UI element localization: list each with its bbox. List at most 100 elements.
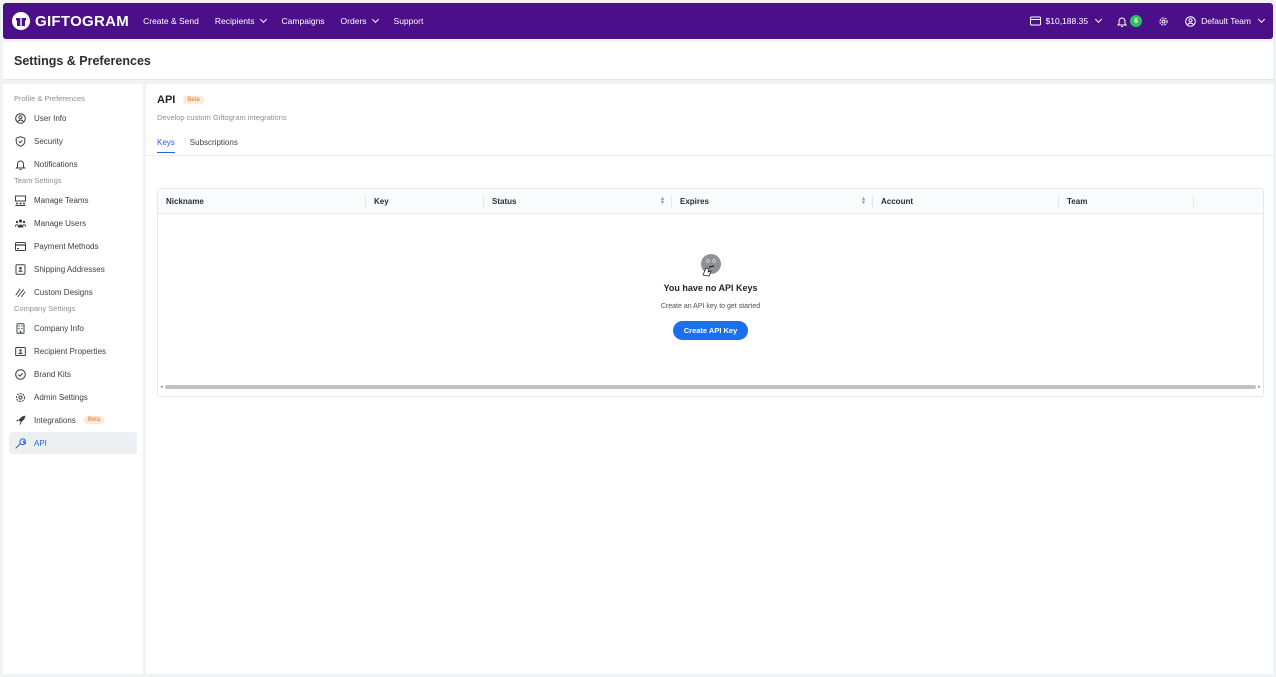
empty-state-subtitle: Create an API key to get started (660, 303, 761, 310)
logo[interactable]: GIFTOGRAM (12, 12, 129, 30)
team-dropdown[interactable]: Default Team (1185, 15, 1266, 27)
sidebar-item-label: Recipient Properties (34, 346, 107, 356)
notifications-button[interactable]: 6 (1117, 15, 1143, 27)
user-circle-icon (1185, 15, 1196, 27)
sidebar-item-brand-kits[interactable]: Brand Kits (9, 363, 137, 385)
gift-icon (12, 12, 30, 30)
sidebar-item-label: Integrations (34, 415, 76, 425)
column-header-nickname: Nickname (158, 189, 366, 213)
sidebar-item-user-info[interactable]: User Info (9, 107, 137, 129)
nav-label: Campaigns (281, 16, 325, 26)
nav-create-send[interactable]: Create & Send (143, 16, 199, 26)
create-api-key-button[interactable]: Create API Key (672, 321, 749, 340)
sidebar-item-api[interactable]: API (9, 432, 137, 454)
building-icon (16, 322, 25, 334)
sort-icon[interactable]: ▴ ▾ (862, 196, 865, 206)
table-header: Nickname Key Status ▴ ▾ Expires ▴ ▾ Account … (158, 189, 1263, 214)
column-header-expires[interactable]: Expires ▴ ▾ (672, 189, 873, 213)
wrench-icon (15, 437, 26, 448)
nav-label: Support (393, 16, 424, 26)
column-label: Account (881, 196, 913, 206)
teams-icon (15, 195, 26, 206)
sort-icon[interactable]: ▴ ▾ (661, 196, 664, 206)
horizontal-scrollbar[interactable]: ◂ ▸ (158, 383, 1263, 390)
column-label: Team (1067, 196, 1088, 206)
nav-recipients[interactable]: Recipients (214, 15, 267, 26)
sidebar-item-label: Brand Kits (34, 369, 71, 379)
main-content: API Beta Develop custom Giftogram integr… (146, 84, 1273, 674)
brand-name: GIFTOGRAM (35, 12, 130, 30)
sidebar-item-notifications[interactable]: Notifications (9, 153, 137, 175)
credit-card-icon (15, 241, 26, 251)
sidebar-item-label: Payment Methods (34, 241, 99, 251)
column-label: Key (374, 196, 389, 206)
user-circle-icon (15, 112, 26, 124)
section-subtitle: Develop custom Giftogram integrations (157, 113, 287, 122)
column-label: Expires (680, 196, 709, 206)
nav-label: Recipients (214, 16, 255, 26)
column-label: Nickname (166, 196, 204, 206)
gear-icon (16, 392, 25, 402)
chevron-down-icon (259, 15, 267, 24)
column-header-account: Account (873, 189, 1059, 213)
sidebar-item-payment-methods[interactable]: Payment Methods (9, 235, 137, 257)
sidebar-item-admin-settings[interactable]: Admin Settings (9, 386, 137, 408)
sidebar-item-manage-users[interactable]: Manage Users (9, 212, 137, 234)
nav-orders[interactable]: Orders (340, 15, 379, 26)
team-name: Default Team (1201, 16, 1251, 26)
nav-campaigns[interactable]: Campaigns (282, 16, 325, 26)
sidebar-item-label: Custom Designs (34, 287, 93, 297)
page-header: Settings & Preferences (3, 42, 1273, 80)
bell-icon (15, 160, 26, 170)
column-header-status[interactable]: Status ▴ ▾ (484, 189, 672, 213)
api-keys-table: Nickname Key Status ▴ ▾ Expires ▴ ▾ Account … (157, 188, 1264, 397)
sidebar-item-label: Shipping Addresses (34, 264, 105, 274)
tab-keys[interactable]: Keys (157, 138, 175, 153)
section-title: API (157, 94, 176, 106)
sidebar-item-shipping-addresses[interactable]: Shipping Addresses (9, 258, 137, 280)
scroll-left-icon[interactable]: ◂ (158, 384, 165, 390)
recipient-icon (15, 346, 26, 356)
divider (146, 155, 1273, 156)
sidebar-item-manage-teams[interactable]: Manage Teams (9, 189, 137, 211)
chevron-down-icon (1095, 15, 1103, 24)
check-circle-icon (15, 368, 26, 380)
sidebar-item-company-info[interactable]: Company Info (9, 317, 137, 339)
sidebar-item-label: Company Info (34, 323, 84, 333)
sidebar-item-security[interactable]: Security (9, 130, 137, 152)
nav-label: Create & Send (143, 16, 199, 26)
sidebar-item-integrations[interactable]: Integrations Beta (9, 409, 137, 431)
shield-icon (15, 135, 26, 147)
sidebar: Profile & Preferences User Info Security… (3, 84, 143, 674)
empty-state: You have no API Keys Create an API key t… (158, 215, 1263, 375)
settings-button[interactable] (1158, 16, 1169, 27)
rocket-icon (16, 415, 26, 425)
nav-label: Orders (340, 16, 367, 26)
sidebar-item-label: Manage Teams (34, 195, 89, 205)
section-title: Company Settings (14, 304, 76, 313)
beta-badge: Beta (183, 96, 204, 104)
column-header-team: Team (1059, 189, 1194, 213)
balance-amount: $10,188.35 (1045, 16, 1089, 26)
sidebar-item-label: User Info (34, 113, 67, 123)
sidebar-item-label: API (34, 438, 47, 448)
column-header-key: Key (366, 189, 484, 213)
tab-subscriptions[interactable]: Subscriptions (190, 138, 238, 153)
sidebar-item-recipient-properties[interactable]: Recipient Properties (9, 340, 137, 362)
sidebar-item-custom-designs[interactable]: Custom Designs (9, 281, 137, 303)
balance-dropdown[interactable]: $10,188.35 (1029, 15, 1103, 26)
top-nav: GIFTOGRAM Create & Send Recipients Campa… (3, 3, 1273, 39)
column-label: Status (492, 196, 517, 206)
address-icon (15, 263, 26, 275)
sidebar-item-label: Notifications (34, 159, 78, 169)
gear-icon (1159, 16, 1168, 26)
beta-badge: Beta (83, 416, 105, 424)
design-icon (15, 288, 26, 297)
scrollbar-thumb[interactable] (165, 384, 1256, 389)
chevron-down-icon (371, 15, 379, 24)
page-title: Settings & Preferences (14, 53, 151, 68)
scroll-right-icon[interactable]: ▸ (1256, 384, 1263, 390)
users-icon (15, 218, 26, 227)
wallet-icon (1029, 16, 1041, 26)
nav-support[interactable]: Support (394, 16, 424, 26)
